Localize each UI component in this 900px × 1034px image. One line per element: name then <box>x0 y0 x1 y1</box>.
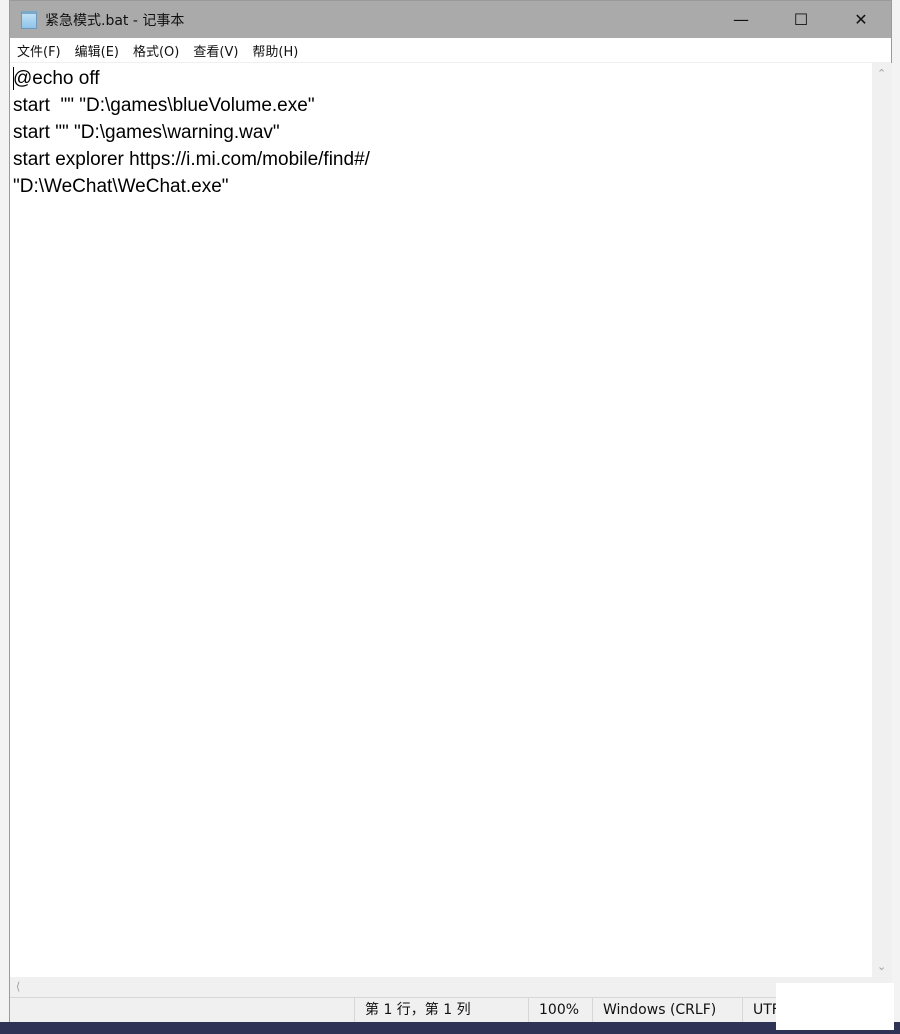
menu-view[interactable]: 查看(V) <box>186 41 245 60</box>
menu-edit[interactable]: 编辑(E) <box>68 41 126 60</box>
status-bar: 第 1 行，第 1 列 100% Windows (CRLF) UTF <box>10 997 892 1023</box>
text-caret <box>13 67 14 90</box>
editor-line: start "" "D:\games\blueVolume.exe" <box>13 95 315 116</box>
scroll-up-icon[interactable]: ⌃ <box>877 67 886 80</box>
menu-file[interactable]: 文件(F) <box>10 41 68 60</box>
scroll-down-icon[interactable]: ⌄ <box>877 960 886 973</box>
maximize-button[interactable]: ☐ <box>771 1 831 38</box>
editor-line: start explorer https://i.mi.com/mobile/f… <box>13 149 370 170</box>
zoom-level: 100% <box>528 998 592 1023</box>
minimize-button[interactable]: — <box>711 1 771 38</box>
editor-line: @echo off <box>13 68 100 89</box>
menu-bar: 文件(F) 编辑(E) 格式(O) 查看(V) 帮助(H) <box>10 38 891 63</box>
notepad-icon <box>21 10 37 29</box>
menu-format[interactable]: 格式(O) <box>126 41 186 60</box>
background-window-right <box>892 0 900 1022</box>
white-overlay <box>776 983 894 1030</box>
window-title: 紧急模式.bat - 记事本 <box>45 12 185 29</box>
vertical-scrollbar[interactable]: ⌃ ⌄ <box>872 63 892 977</box>
notepad-window: 紧急模式.bat - 记事本 — ☐ ✕ 文件(F) 编辑(E) 格式(O) 查… <box>9 0 892 1023</box>
editor-line: start "" "D:\games\warning.wav" <box>13 122 280 143</box>
title-bar[interactable]: 紧急模式.bat - 记事本 — ☐ ✕ <box>10 1 891 38</box>
text-editor[interactable]: @echo off start "" "D:\games\blueVolume.e… <box>10 63 872 977</box>
editor-line: "D:\WeChat\WeChat.exe" <box>13 176 229 197</box>
close-button[interactable]: ✕ <box>831 1 891 38</box>
horizontal-scrollbar[interactable]: ⟨ <box>10 977 892 997</box>
scroll-left-icon[interactable]: ⟨ <box>16 980 20 993</box>
cursor-position: 第 1 行，第 1 列 <box>354 998 528 1023</box>
taskbar <box>0 1022 900 1034</box>
line-ending: Windows (CRLF) <box>592 998 742 1023</box>
menu-help[interactable]: 帮助(H) <box>245 41 305 60</box>
